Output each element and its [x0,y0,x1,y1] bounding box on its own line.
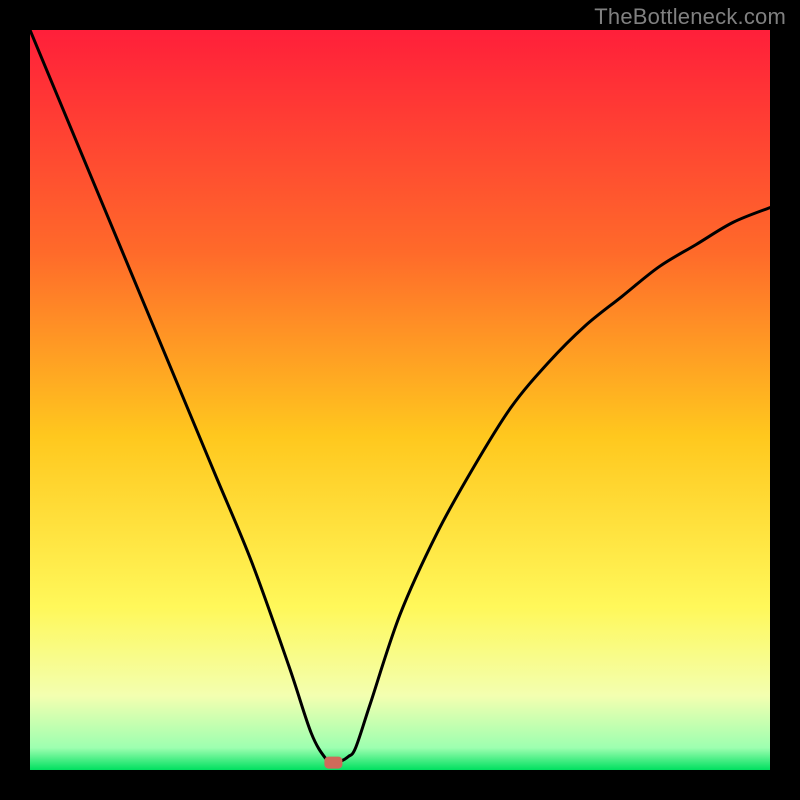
chart-background [30,30,770,770]
bottleneck-chart [30,30,770,770]
watermark-text: TheBottleneck.com [594,4,786,30]
minimum-marker [324,757,342,769]
chart-frame: TheBottleneck.com [0,0,800,800]
